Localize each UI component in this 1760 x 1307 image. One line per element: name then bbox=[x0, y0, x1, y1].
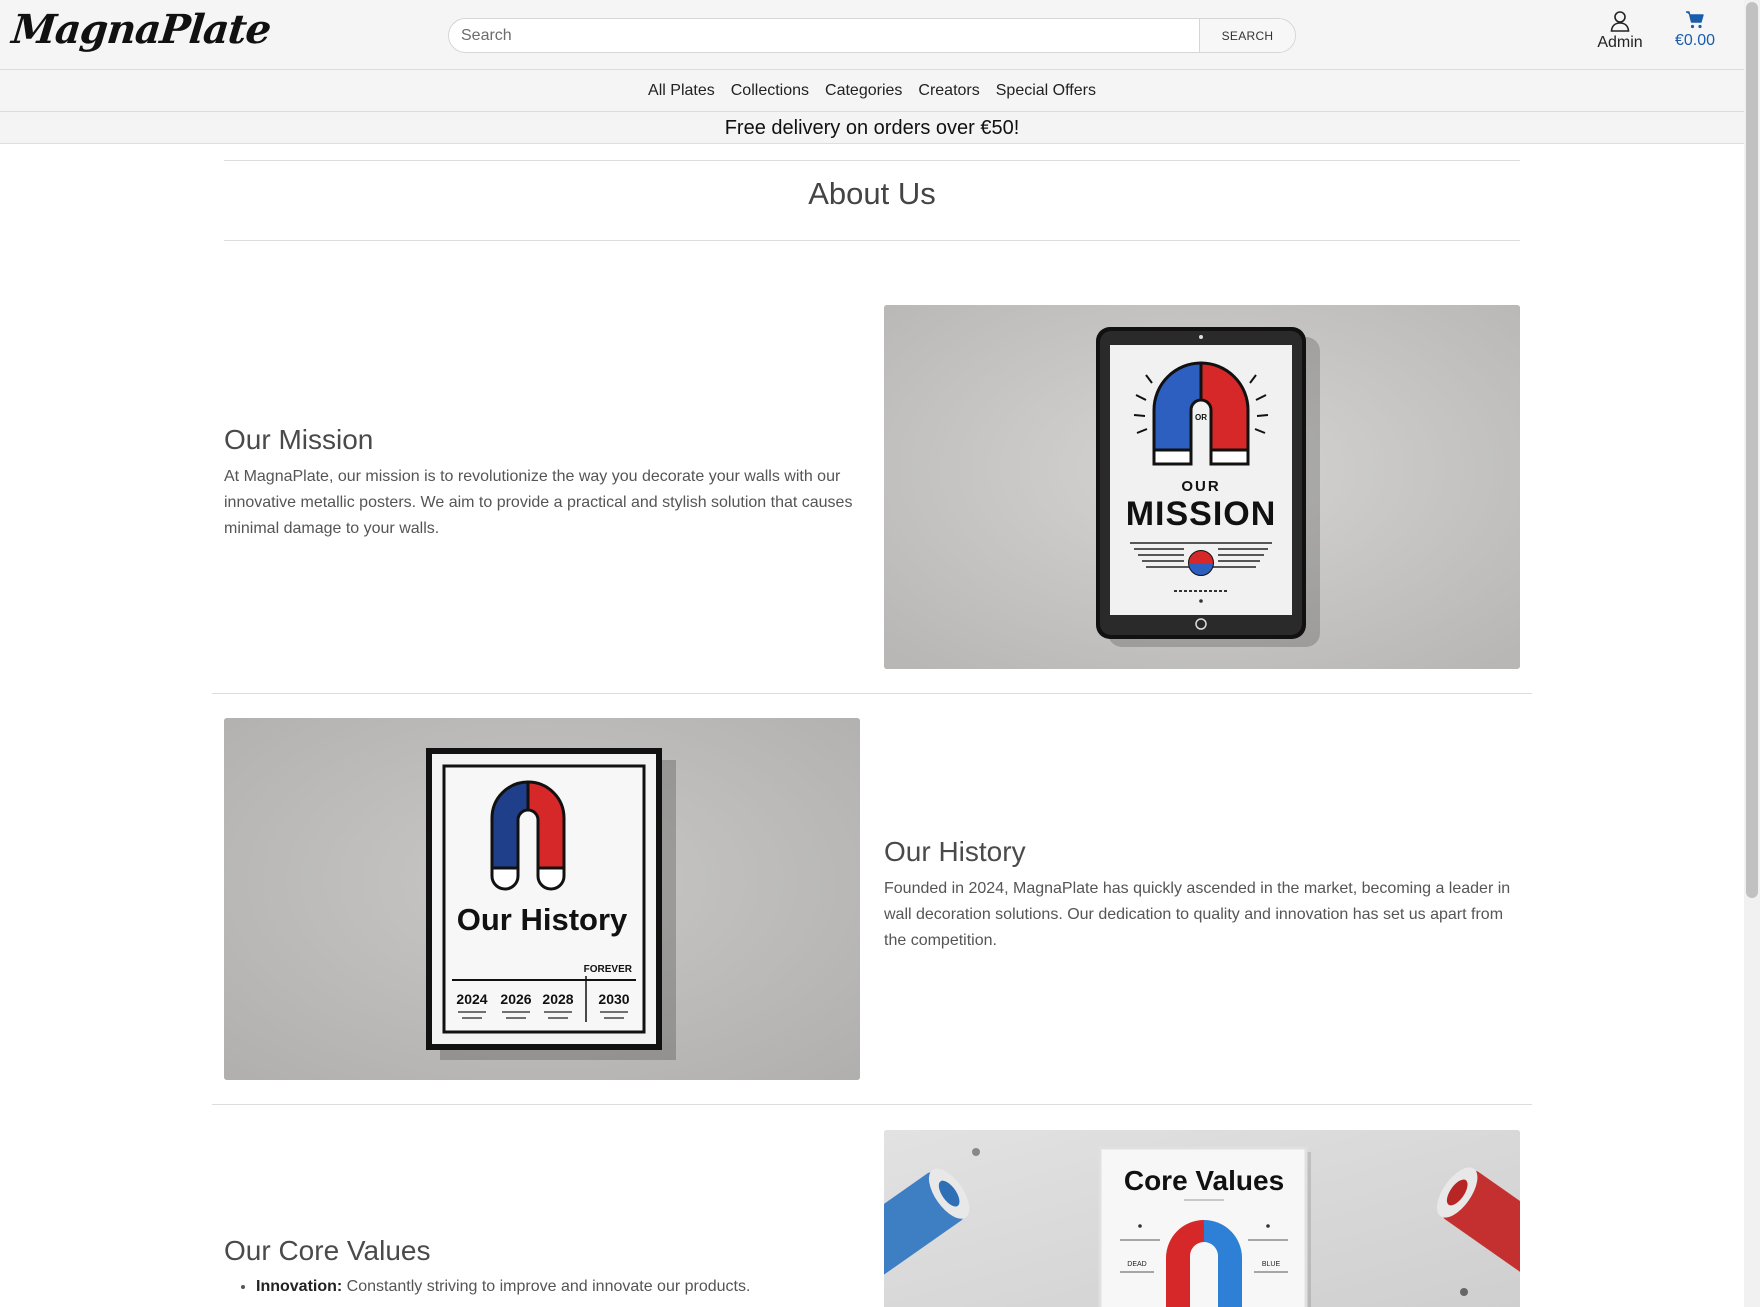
search-input[interactable] bbox=[449, 19, 1199, 52]
cart-total: €0.00 bbox=[1674, 32, 1716, 49]
divider bbox=[212, 1104, 1532, 1105]
top-header: MagnaPlate SEARCH Admin €0.00 bbox=[0, 0, 1744, 70]
core-values-list: Innovation: Constantly striving to impro… bbox=[224, 1278, 844, 1296]
history-year-2: 2026 bbox=[500, 991, 531, 1007]
history-image-heading: Our History bbox=[457, 902, 628, 937]
nav-collections[interactable]: Collections bbox=[731, 82, 809, 100]
cart-link[interactable]: €0.00 bbox=[1666, 10, 1724, 50]
site-logo[interactable]: MagnaPlate bbox=[10, 6, 273, 53]
divider bbox=[224, 160, 1520, 161]
history-image-forever: FOREVER bbox=[584, 964, 633, 975]
page-title: About Us bbox=[808, 176, 936, 211]
account-label: Admin bbox=[1597, 34, 1643, 51]
core-values-left-label: DEAD bbox=[1127, 1261, 1146, 1268]
value-desc: Constantly striving to improve and innov… bbox=[346, 1278, 751, 1295]
person-icon bbox=[1590, 10, 1650, 32]
nav-special-offers[interactable]: Special Offers bbox=[996, 82, 1096, 100]
mission-text: At MagnaPlate, our mission is to revolut… bbox=[224, 468, 853, 537]
core-values-title: Our Core Values bbox=[224, 1235, 431, 1266]
history-text: Founded in 2024, MagnaPlate has quickly … bbox=[884, 880, 1511, 949]
divider bbox=[224, 240, 1520, 241]
account-link[interactable]: Admin bbox=[1590, 10, 1650, 52]
mission-image-center-label: OR bbox=[1195, 413, 1207, 422]
core-values-image-heading: Core Values bbox=[1124, 1165, 1284, 1196]
value-term: Innovation: bbox=[256, 1278, 343, 1295]
nav-categories[interactable]: Categories bbox=[825, 82, 902, 100]
search-button[interactable]: SEARCH bbox=[1199, 19, 1295, 52]
cart-icon bbox=[1666, 10, 1724, 30]
history-title: Our History bbox=[884, 836, 1026, 867]
scrollbar-thumb[interactable] bbox=[1746, 2, 1758, 898]
mission-image: OR OUR MISSION bbox=[884, 305, 1520, 669]
mission-image-heading-small: OUR bbox=[1181, 478, 1220, 495]
history-year-4: 2030 bbox=[598, 991, 629, 1007]
nav-creators[interactable]: Creators bbox=[918, 82, 979, 100]
divider bbox=[212, 693, 1532, 694]
nav-all-plates[interactable]: All Plates bbox=[648, 82, 715, 100]
list-item: Innovation: Constantly striving to impro… bbox=[256, 1278, 844, 1296]
promo-banner: Free delivery on orders over €50! bbox=[0, 112, 1744, 144]
core-values-right-label: BLUE bbox=[1262, 1261, 1281, 1268]
history-year-1: 2024 bbox=[456, 991, 487, 1007]
mission-image-heading-big: MISSION bbox=[1126, 495, 1277, 533]
history-year-3: 2028 bbox=[542, 991, 573, 1007]
core-values-image: Core Values DEAD BLUE bbox=[884, 1130, 1520, 1307]
mission-title: Our Mission bbox=[224, 424, 374, 455]
main-nav: All Plates Collections Categories Creato… bbox=[0, 70, 1744, 112]
search-bar: SEARCH bbox=[448, 18, 1296, 53]
history-image: Our History FOREVER 2024 2026 2028 2030 bbox=[224, 718, 860, 1080]
